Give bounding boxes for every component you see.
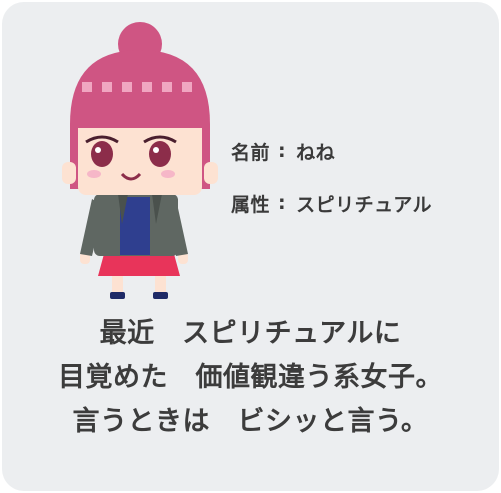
character-illustration — [62, 22, 218, 299]
description-line-3: 言うときは ビシッと言う。 — [72, 406, 429, 437]
left-ear — [62, 162, 76, 184]
hair-stripe-4 — [142, 82, 152, 92]
left-shoe — [110, 292, 125, 299]
name-row: 名前 : ねね — [231, 138, 432, 164]
right-ear — [204, 162, 218, 184]
hair-stripe-3 — [122, 82, 132, 92]
left-eye — [91, 141, 113, 167]
right-cheek — [161, 170, 175, 178]
right-eye — [149, 141, 171, 167]
hair-stripe-5 — [162, 82, 172, 92]
name-separator: : — [278, 140, 287, 162]
description-line-1: 最近 スピリチュアルに — [99, 318, 402, 349]
left-eye-highlight — [95, 147, 101, 153]
description-line-2: 目覚めた 価値観違う系女子。 — [58, 362, 443, 393]
right-shoe — [153, 292, 168, 299]
skirt — [98, 254, 180, 276]
name-value: ねね — [296, 141, 336, 164]
description: 最近 スピリチュアルに 目覚めた 価値観違う系女子。 言うときは ビシッと言う。 — [0, 312, 501, 444]
attribute-value: スピリチュアル — [296, 193, 433, 216]
name-label: 名前 — [231, 141, 271, 164]
hair-stripe-2 — [102, 82, 112, 92]
hair-stripe-1 — [82, 82, 92, 92]
hair-stripe-6 — [182, 82, 192, 92]
attribute-separator: : — [278, 192, 287, 214]
right-eye-highlight — [153, 147, 159, 153]
bangs — [78, 94, 202, 128]
attribute-row: 属性 : スピリチュアル — [231, 190, 432, 216]
attribute-label: 属性 — [231, 193, 271, 216]
left-cheek — [87, 170, 101, 178]
profile-info: 名前 : ねね 属性 : スピリチュアル — [231, 138, 432, 242]
